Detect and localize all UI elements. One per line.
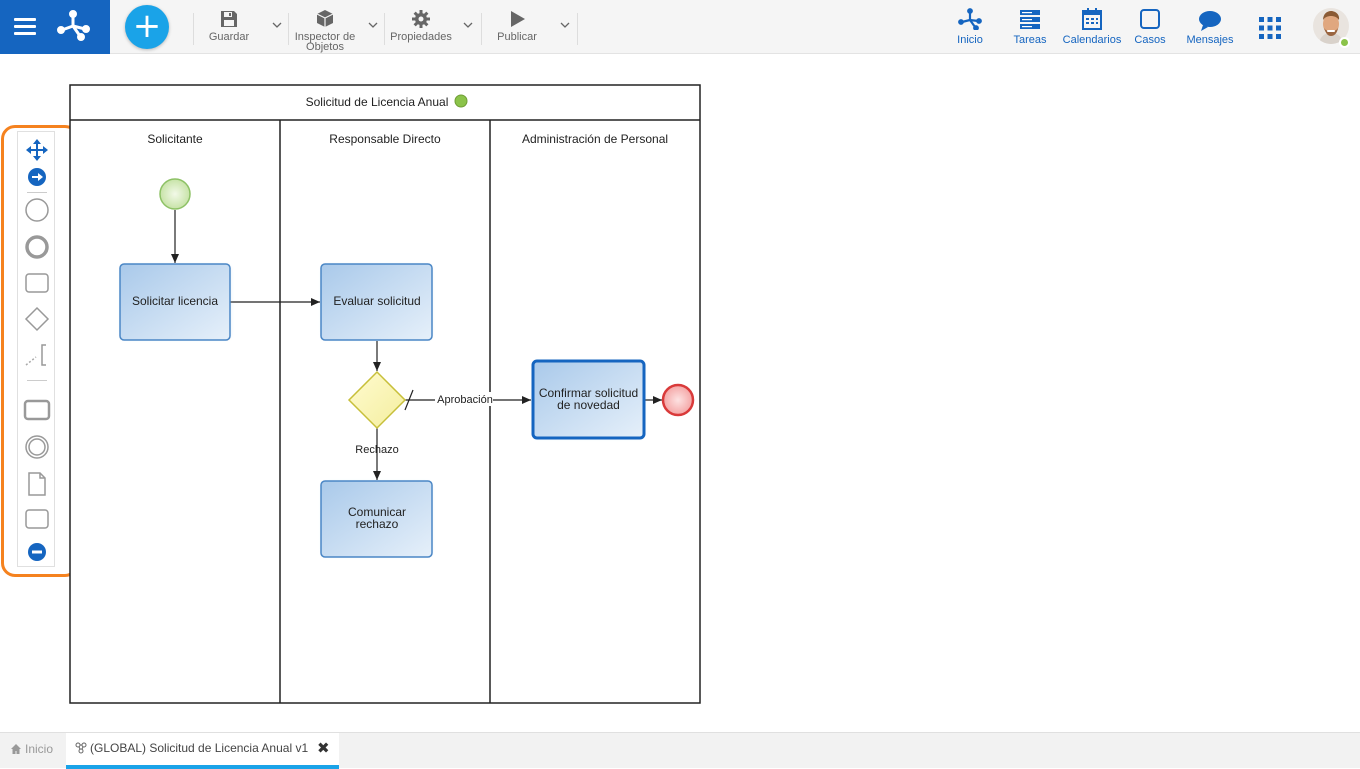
publish-button[interactable]: Publicar xyxy=(492,0,542,54)
task-solicitar-licencia[interactable]: Solicitar licencia xyxy=(119,263,231,341)
brand-area xyxy=(0,0,110,54)
intermediate-event-icon[interactable] xyxy=(22,432,52,462)
bpmn-diagram[interactable]: Solicitud de Licencia Anual Solicitante … xyxy=(69,84,701,704)
object-inspector-button[interactable]: Inspector de Objetos xyxy=(290,0,360,54)
element-palette xyxy=(17,131,55,567)
toolbar-divider xyxy=(577,13,578,45)
publish-label: Publicar xyxy=(497,31,537,43)
calendar-icon xyxy=(1082,8,1102,30)
chevron-down-icon[interactable] xyxy=(270,18,284,32)
properties-button[interactable]: Propiedades xyxy=(388,0,454,54)
start-event[interactable] xyxy=(159,178,191,210)
nav-tasks[interactable]: Tareas xyxy=(1009,0,1051,54)
task-comunicar-rechazo[interactable]: Comunicar rechazo xyxy=(320,480,433,558)
tab-process-diagram[interactable]: (GLOBAL) Solicitud de Licencia Anual v1 … xyxy=(66,733,339,769)
process-icon xyxy=(75,742,87,754)
nav-tasks-label: Tareas xyxy=(1013,34,1047,46)
nav-calendars[interactable]: Calendarios xyxy=(1061,0,1123,54)
approval-label[interactable]: Aprobación xyxy=(437,394,493,406)
lane-label-personnel-admin[interactable]: Administración de Personal xyxy=(522,132,668,146)
add-button[interactable]: + xyxy=(125,5,169,49)
tasks-icon xyxy=(1020,10,1040,29)
task-label: Evaluar solicitud xyxy=(333,294,420,308)
collapse-icon[interactable] xyxy=(22,537,52,567)
app-logo-icon[interactable] xyxy=(56,9,90,43)
task-evaluar-solicitud[interactable]: Evaluar solicitud xyxy=(320,263,433,341)
toolbar-divider xyxy=(384,13,385,45)
close-icon[interactable]: ✖ xyxy=(317,739,330,757)
nav-cases[interactable]: Casos xyxy=(1132,0,1168,54)
top-toolbar: + Guardar Inspector de Objetos Propiedad… xyxy=(0,0,1360,54)
task-label-line2: rechazo xyxy=(356,517,399,531)
cube-icon xyxy=(316,10,334,27)
task-icon[interactable] xyxy=(22,268,52,298)
toolbar-divider xyxy=(481,13,482,45)
modeler-canvas[interactable]: Solicitud de Licencia Anual Solicitante … xyxy=(0,55,1360,732)
save-button[interactable]: Guardar xyxy=(205,0,253,54)
task-confirmar-solicitud[interactable]: Confirmar solicitud de novedad xyxy=(531,359,646,440)
end-event-icon[interactable] xyxy=(22,232,52,262)
nav-home[interactable]: Inicio xyxy=(950,0,990,54)
gateway-icon[interactable] xyxy=(22,304,52,334)
toolbar-divider xyxy=(288,13,289,45)
inspector-label-2: Objetos xyxy=(306,41,344,53)
gear-icon xyxy=(412,10,430,28)
menu-icon[interactable] xyxy=(14,18,36,36)
toolbar-divider xyxy=(193,13,194,45)
palette-divider xyxy=(27,380,47,381)
bottom-tab-bar: Inicio (GLOBAL) Solicitud de Licencia An… xyxy=(0,732,1360,769)
properties-label: Propiedades xyxy=(390,31,452,43)
lane-icon[interactable] xyxy=(22,504,52,534)
chevron-down-icon[interactable] xyxy=(366,18,380,32)
start-event-icon[interactable] xyxy=(22,195,52,225)
home-icon xyxy=(11,744,21,754)
data-object-icon[interactable] xyxy=(22,469,52,499)
save-label: Guardar xyxy=(208,31,250,43)
connect-icon[interactable] xyxy=(22,162,52,192)
nav-messages[interactable]: Mensajes xyxy=(1184,0,1236,54)
chat-bubble-icon xyxy=(1199,11,1221,31)
lane-label-direct-manager[interactable]: Responsable Directo xyxy=(329,132,441,146)
tab-title: (GLOBAL) Solicitud de Licencia Anual v1 xyxy=(90,741,309,755)
nav-messages-label: Mensajes xyxy=(1186,34,1234,46)
nav-cases-label: Casos xyxy=(1134,34,1166,46)
subprocess-icon[interactable] xyxy=(22,395,52,425)
pool-title[interactable]: Solicitud de Licencia Anual xyxy=(306,95,449,109)
play-icon xyxy=(511,11,525,27)
task-label: Solicitar licencia xyxy=(132,294,218,308)
apps-grid-icon[interactable] xyxy=(1258,16,1282,40)
cases-icon xyxy=(1140,9,1160,29)
end-event[interactable] xyxy=(661,383,695,417)
nav-calendars-label: Calendarios xyxy=(1062,34,1122,46)
rejection-label[interactable]: Rechazo xyxy=(355,444,398,456)
lane-label-requester[interactable]: Solicitante xyxy=(147,132,203,146)
chevron-down-icon[interactable] xyxy=(558,18,572,32)
tab-home[interactable]: Inicio xyxy=(10,742,53,756)
chevron-down-icon[interactable] xyxy=(461,18,475,32)
task-label-line2: de novedad xyxy=(557,398,620,412)
tab-home-label: Inicio xyxy=(25,742,54,756)
home-network-icon xyxy=(958,8,982,30)
status-dot xyxy=(454,94,468,108)
save-icon xyxy=(221,11,237,27)
annotation-icon[interactable] xyxy=(22,340,52,370)
online-status-dot xyxy=(1339,37,1350,48)
palette-divider xyxy=(27,192,47,193)
nav-home-label: Inicio xyxy=(957,34,983,46)
move-icon[interactable] xyxy=(22,135,52,165)
